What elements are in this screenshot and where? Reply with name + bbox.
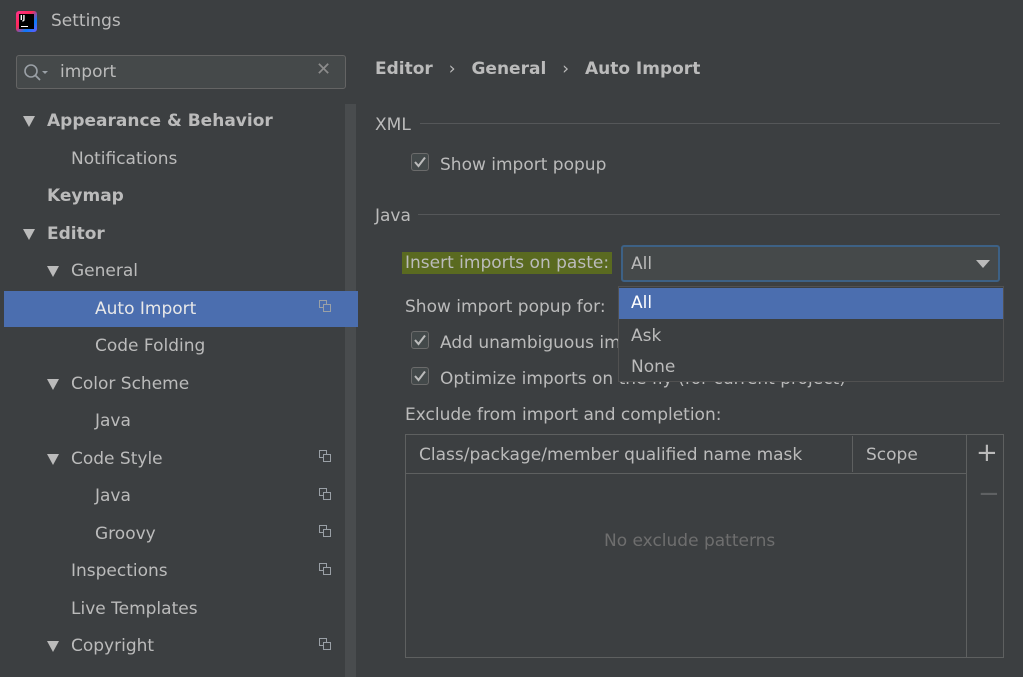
divider xyxy=(418,214,1000,215)
project-scope-icon xyxy=(319,563,331,575)
breadcrumb-separator: › xyxy=(562,59,570,79)
tree-item-inspections[interactable]: Inspections xyxy=(71,553,168,590)
window-title: Settings xyxy=(51,11,121,31)
title-bar xyxy=(0,0,1023,42)
tree-item-label: Code Folding xyxy=(95,336,206,356)
expand-arrow-icon[interactable] xyxy=(47,454,59,465)
table-toolbar-divider xyxy=(966,435,967,657)
breadcrumb-item[interactable]: General xyxy=(471,59,546,79)
tree-item-label: General xyxy=(71,261,138,281)
tree-item-appearance-behavior[interactable]: Appearance & Behavior xyxy=(23,103,273,140)
tree-item-code-folding[interactable]: Code Folding xyxy=(95,328,205,365)
tree-item-label: Keymap xyxy=(47,186,124,206)
project-scope-icon xyxy=(319,638,331,650)
breadcrumb-separator: › xyxy=(448,59,456,79)
search-match-highlight: Insert imports on paste: xyxy=(402,252,613,274)
tree-item-label: Notifications xyxy=(71,149,178,169)
tree-item-label: Java xyxy=(95,411,131,431)
tree-item-code-style[interactable]: Code Style xyxy=(47,441,163,478)
search-icon[interactable] xyxy=(23,63,51,83)
divider xyxy=(420,123,1000,124)
tree-item-color-scheme[interactable]: Color Scheme xyxy=(47,366,190,403)
insert-imports-dropdown[interactable] xyxy=(621,245,1000,282)
tree-item-notifications[interactable]: Notifications xyxy=(71,141,177,178)
tree-item-auto-import[interactable]: Auto Import xyxy=(95,291,196,328)
expand-arrow-icon[interactable] xyxy=(47,641,59,652)
show-import-popup-xml-label[interactable]: Show import popup xyxy=(440,155,606,175)
expand-arrow-icon[interactable] xyxy=(23,229,35,240)
tree-item-copyright[interactable]: Copyright xyxy=(47,628,155,665)
breadcrumb: Editor › General › Auto Import xyxy=(375,59,700,79)
insert-imports-dropdown-value[interactable]: All xyxy=(631,254,652,274)
column-separator[interactable] xyxy=(852,436,853,472)
tree-item-label: Auto Import xyxy=(95,299,197,319)
add-unambiguous-imports-label[interactable]: Add unambiguous im xyxy=(440,333,621,353)
tree-item-color-scheme-java[interactable]: Java xyxy=(95,403,131,440)
tree-item-editor[interactable]: Editor xyxy=(23,216,105,253)
tree-item-code-style-groovy[interactable]: Groovy xyxy=(95,516,156,553)
section-title-xml: XML xyxy=(375,115,411,135)
expand-arrow-icon[interactable] xyxy=(47,266,59,277)
tree-item-keymap[interactable]: Keymap xyxy=(47,178,124,215)
show-import-popup-for-label: Show import popup for: xyxy=(405,297,606,317)
optimize-imports-checkbox[interactable] xyxy=(411,367,429,385)
tree-item-label: Live Templates xyxy=(71,599,198,619)
add-unambiguous-imports-checkbox[interactable] xyxy=(411,331,429,349)
dropdown-option-all[interactable]: All xyxy=(619,288,1003,319)
project-scope-icon xyxy=(319,488,331,500)
checkmark-icon xyxy=(414,370,426,382)
remove-icon[interactable]: − xyxy=(978,481,1000,507)
tree-item-label: Color Scheme xyxy=(71,374,190,394)
dropdown-arrow-icon[interactable] xyxy=(976,260,990,268)
clear-search-icon[interactable]: ✕ xyxy=(316,59,331,80)
breadcrumb-item[interactable]: Editor xyxy=(375,59,433,79)
project-scope-icon xyxy=(319,450,331,462)
empty-table-text: No exclude patterns xyxy=(604,531,776,551)
project-scope-icon xyxy=(319,525,331,537)
expand-arrow-icon[interactable] xyxy=(47,379,59,390)
insert-imports-on-paste-label: Insert imports on paste: xyxy=(402,252,613,274)
tree-item-live-templates[interactable]: Live Templates xyxy=(71,591,198,628)
tree-item-code-style-java[interactable]: Java xyxy=(95,478,131,515)
section-title-java: Java xyxy=(375,206,411,226)
tree-item-label: Copyright xyxy=(71,636,155,656)
tree-item-label: Groovy xyxy=(95,524,156,544)
exclude-label: Exclude from import and completion: xyxy=(405,405,722,425)
tree-item-general[interactable]: General xyxy=(47,253,138,290)
checkmark-icon xyxy=(414,334,426,346)
expand-arrow-icon[interactable] xyxy=(23,116,35,127)
tree-item-label: Editor xyxy=(47,224,105,244)
dropdown-option-none[interactable]: None xyxy=(619,352,1003,383)
column-header-name-mask[interactable]: Class/package/member qualified name mask xyxy=(419,445,802,465)
project-scope-icon xyxy=(319,300,331,312)
intellij-app-icon: IJ xyxy=(16,11,37,32)
add-icon[interactable]: + xyxy=(976,440,998,466)
tree-scrollbar[interactable] xyxy=(345,104,356,677)
dropdown-option-ask[interactable]: Ask xyxy=(619,321,1003,352)
search-input-value[interactable]: import xyxy=(60,62,116,82)
tree-item-label: Inspections xyxy=(71,561,168,581)
tree-item-label: Appearance & Behavior xyxy=(47,111,273,131)
column-header-scope[interactable]: Scope xyxy=(866,445,918,465)
show-import-popup-xml-checkbox[interactable] xyxy=(411,153,429,171)
checkmark-icon xyxy=(414,156,426,168)
breadcrumb-item: Auto Import xyxy=(584,59,701,79)
tree-item-label: Code Style xyxy=(71,449,163,469)
tree-item-label: Java xyxy=(95,486,131,506)
